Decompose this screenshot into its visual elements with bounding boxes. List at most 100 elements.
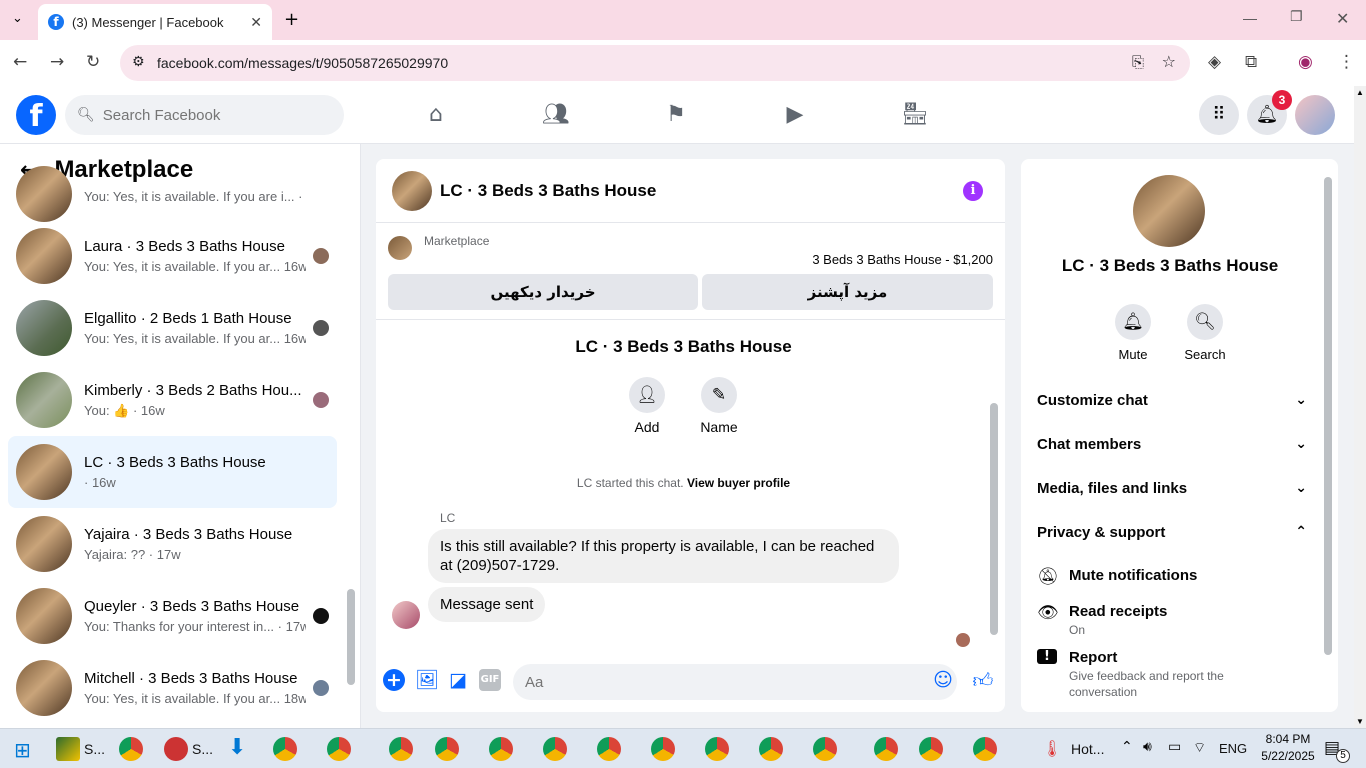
page-scrollbar[interactable]: ▲ ▼ (1354, 86, 1366, 728)
add-member-button[interactable]: 👤︎ Add (617, 377, 677, 435)
media-files-section[interactable]: Media, files and links ⌄ (1037, 466, 1307, 510)
info-icon[interactable]: i (963, 181, 983, 201)
listing-price[interactable]: 3 Beds 3 Baths House - $1,200 (812, 252, 993, 267)
chrome-window-icon[interactable] (759, 737, 783, 761)
forward-icon[interactable]: → (50, 52, 64, 72)
windows-start-icon[interactable]: ⊞ (14, 738, 31, 762)
address-bar[interactable]: ⚙ facebook.com/messages/t/90505872650299… (120, 45, 1190, 81)
report-option[interactable]: ! Report Give feedback and report the con… (1037, 649, 1307, 700)
copilot-icon[interactable]: ◈ (1208, 52, 1221, 72)
conversation-item[interactable]: Elgallito · 2 Beds 1 Bath House You: Yes,… (8, 292, 337, 364)
mute-button[interactable]: 🔔︎ Mute (1103, 304, 1163, 362)
network-icon[interactable]: ⌔ (1193, 739, 1206, 757)
tab-search-icon[interactable]: ⌄ (12, 11, 23, 26)
conversation-item[interactable]: Yajaira · 3 Beds 3 Baths House Yajaira: ?… (8, 508, 337, 580)
chrome-window-icon[interactable] (651, 737, 675, 761)
read-receipts-option[interactable]: 👁︎ Read receipts On (1037, 603, 1307, 638)
chrome-window-icon[interactable] (973, 737, 997, 761)
new-tab-icon[interactable]: + (284, 9, 299, 30)
chat-members-section[interactable]: Chat members ⌄ (1037, 422, 1307, 466)
chrome-window-icon[interactable] (327, 737, 351, 761)
customize-chat-section[interactable]: Customize chat ⌄ (1037, 378, 1307, 422)
clock-date[interactable]: 5/22/2025 (1255, 749, 1321, 763)
conversation-preview: You: Yes, it is available. If you are i.… (84, 188, 306, 204)
view-buyer-button[interactable]: خریدار دیکھیں (388, 274, 698, 310)
volume-icon[interactable]: 🔊︎ (1143, 739, 1152, 755)
sticky-notes-icon[interactable] (56, 737, 80, 761)
chrome-window-icon[interactable] (435, 737, 459, 761)
close-tab-icon[interactable]: ✕ (250, 14, 262, 31)
pages-flag-icon[interactable]: ⚑ (661, 100, 691, 130)
close-window-icon[interactable]: ✕ (1336, 9, 1349, 28)
menu-icon[interactable]: ⋮ (1338, 52, 1355, 72)
scroll-up-icon[interactable]: ▲ (1356, 88, 1364, 97)
conversation-item[interactable]: Kimberly · 3 Beds 2 Baths Hou... You: 👍 ·… (8, 364, 337, 436)
emoji-icon[interactable]: ☺ (932, 669, 954, 691)
chrome-window-icon[interactable] (813, 737, 837, 761)
scroll-down-icon[interactable]: ▼ (1356, 717, 1364, 726)
thermometer-icon[interactable]: 🌡︎ (1042, 739, 1062, 758)
sticker-icon[interactable]: ◪ (447, 669, 469, 691)
chrome-window-icon[interactable] (919, 737, 943, 761)
back-icon[interactable]: ← (13, 52, 27, 72)
friends-icon[interactable]: 👥︎ (541, 100, 571, 130)
profile-icon[interactable]: ◉ (1298, 52, 1313, 72)
menu-grid-icon[interactable]: ⠿ (1199, 95, 1239, 135)
facebook-search-input[interactable] (102, 106, 323, 124)
listing-thumbnail[interactable] (388, 236, 412, 260)
facebook-logo-icon[interactable]: f (16, 95, 56, 135)
plus-icon[interactable]: + (383, 669, 405, 691)
conversation-item[interactable]: Mitchell · 3 Beds 3 Baths House You: Yes,… (8, 652, 337, 724)
conversation-item[interactable]: Queyler · 3 Beds 3 Baths House You: Thank… (8, 580, 337, 652)
battery-icon[interactable]: ▭ (1168, 739, 1181, 755)
conversation-item-selected[interactable]: LC · 3 Beds 3 Baths House · 16w (8, 436, 337, 508)
marketplace-icon[interactable]: 🏪︎ (900, 100, 930, 130)
chrome-window-icon[interactable] (543, 737, 567, 761)
chrome-window-icon[interactable] (389, 737, 413, 761)
app-icon[interactable] (164, 737, 188, 761)
search-in-chat-button[interactable]: 🔍︎ Search (1175, 304, 1235, 362)
chat-avatar[interactable] (392, 170, 432, 211)
more-options-button[interactable]: مزید آپشنز (702, 274, 993, 310)
edit-name-button[interactable]: ✎ Name (689, 377, 749, 435)
privacy-support-section[interactable]: Privacy & support ⌃ (1037, 510, 1307, 554)
sender-avatar[interactable] (392, 601, 420, 629)
download-icon[interactable]: ⬇ (228, 735, 246, 760)
message-input[interactable] (513, 664, 957, 700)
chrome-window-icon[interactable] (705, 737, 729, 761)
install-app-icon[interactable]: ⎘ (1132, 53, 1144, 71)
chat-title[interactable]: LC · 3 Beds 3 Baths House (440, 181, 656, 201)
home-icon[interactable]: ⌂ (421, 100, 451, 130)
account-avatar[interactable] (1295, 95, 1335, 135)
photo-icon[interactable]: 🖼︎ (415, 669, 439, 691)
site-info-icon[interactable]: ⚙ (132, 54, 145, 70)
view-buyer-profile-link[interactable]: View buyer profile (687, 476, 790, 490)
thread-scrollbar[interactable] (990, 403, 998, 635)
conversation-name: Laura · 3 Beds 3 Baths House (84, 238, 285, 255)
gif-icon[interactable]: GIF (479, 669, 501, 691)
video-icon[interactable]: ▶ (780, 100, 810, 130)
info-panel-scrollbar[interactable] (1324, 177, 1332, 655)
language-label[interactable]: ENG (1219, 741, 1247, 756)
chrome-window-icon[interactable] (489, 737, 513, 761)
clock-time[interactable]: 8:04 PM (1260, 732, 1316, 746)
bookmark-star-icon[interactable]: ☆ (1162, 52, 1176, 71)
chrome-window-icon[interactable] (597, 737, 621, 761)
browser-tab[interactable]: f (3) Messenger | Facebook ✕ (38, 4, 272, 40)
chrome-window-icon[interactable] (874, 737, 898, 761)
extensions-icon[interactable]: ⧉ (1245, 52, 1257, 72)
chat-avatar-large[interactable] (1133, 175, 1205, 247)
conversation-scrollbar[interactable] (347, 589, 355, 685)
reload-icon[interactable]: ↻ (86, 52, 100, 72)
conversation-item[interactable]: Laura · 3 Beds 3 Baths House You: Yes, it… (8, 220, 337, 292)
facebook-search[interactable]: 🔍︎ (65, 95, 344, 135)
message-bubble[interactable]: Message sent (428, 587, 546, 622)
chrome-icon[interactable] (119, 737, 143, 761)
minimize-icon[interactable]: — (1243, 10, 1257, 26)
restore-icon[interactable]: ❐ (1290, 9, 1303, 25)
chrome-window-icon[interactable] (273, 737, 297, 761)
tray-chevron-icon[interactable]: ⌃ (1121, 739, 1133, 755)
message-bubble[interactable]: Is this still available? If this propert… (428, 529, 899, 583)
mute-notifications-option[interactable]: 🔕︎ Mute notifications (1037, 567, 1307, 587)
like-thumb-icon[interactable]: 👍︎ (972, 669, 994, 691)
